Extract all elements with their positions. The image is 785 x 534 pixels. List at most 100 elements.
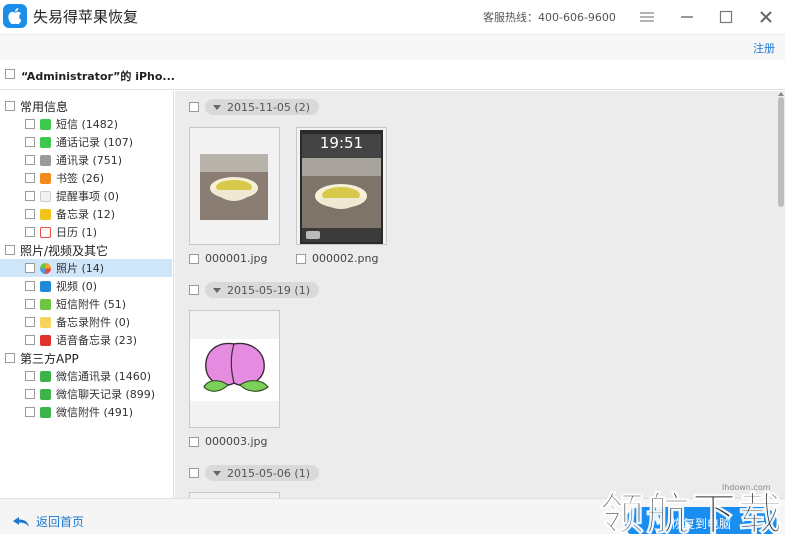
sidebar-item-notes-attachments[interactable]: 备忘录附件 (0): [0, 313, 172, 331]
sidebar-item-wechat-attachments[interactable]: 微信附件 (491): [0, 403, 172, 421]
menu-icon[interactable]: [636, 6, 658, 28]
category-label: 常用信息: [20, 99, 69, 114]
sidebar-item-calendar[interactable]: 日历 (1): [0, 223, 172, 241]
watermark-url: lhdown.com: [722, 483, 771, 492]
item-checkbox[interactable]: [25, 335, 35, 345]
sidebar-item-voice-memos[interactable]: 语音备忘录 (23): [0, 331, 172, 349]
item-checkbox[interactable]: [25, 281, 35, 291]
caret-down-icon: [213, 104, 221, 110]
sidebar-item-label: 视频 (0): [56, 280, 98, 293]
wechat-attachment-icon: [40, 406, 51, 418]
device-checkbox[interactable]: [5, 69, 15, 79]
sidebar-item-bookmarks[interactable]: 书签 (26): [0, 169, 172, 187]
category-checkbox[interactable]: [5, 353, 15, 363]
item-checkbox[interactable]: [25, 407, 35, 417]
category-common-info[interactable]: 常用信息: [5, 97, 68, 115]
file-checkbox[interactable]: [189, 253, 199, 264]
photo-thumbnail[interactable]: [189, 310, 280, 428]
item-checkbox[interactable]: [25, 317, 35, 327]
sidebar-item-sms-attachments[interactable]: 短信附件 (51): [0, 295, 172, 313]
date-label: 2015-05-19 (1): [227, 283, 311, 297]
date-group[interactable]: 2015-05-19 (1): [189, 282, 320, 298]
sub-bar: 注册: [0, 34, 785, 60]
group-checkbox[interactable]: [189, 102, 199, 112]
sidebar-item-label: 语音备忘录 (23): [56, 334, 138, 347]
item-checkbox[interactable]: [25, 389, 35, 399]
file-checkbox[interactable]: [189, 436, 199, 447]
file-checkbox[interactable]: [296, 253, 306, 264]
app-title: 失易得苹果恢复: [33, 8, 139, 26]
date-label: 2015-11-05 (2): [227, 100, 311, 114]
title-bar: 失易得苹果恢复 客服热线：400-606-9600: [0, 0, 785, 34]
photo-thumbnail[interactable]: 19:51: [296, 127, 387, 245]
item-checkbox[interactable]: [25, 299, 35, 309]
sidebar-item-label: 照片 (14): [56, 262, 105, 275]
device-bar: “Administrator”的 iPho...: [0, 60, 785, 90]
peach-drawing-image: [190, 311, 279, 427]
category-label: 照片/视频及其它: [20, 243, 109, 258]
file-name: 000003.jpg: [205, 435, 268, 448]
sidebar-item-label: 通讯录 (751): [56, 154, 123, 167]
sidebar-item-contacts[interactable]: 通讯录 (751): [0, 151, 172, 169]
close-icon[interactable]: [755, 6, 777, 28]
file-label[interactable]: 000001.jpg: [189, 252, 268, 265]
sidebar-item-calls[interactable]: 通话记录 (107): [0, 133, 172, 151]
vertical-scrollbar[interactable]: [778, 97, 784, 207]
group-checkbox[interactable]: [189, 468, 199, 478]
photo-grid: 2015-11-05 (2) 000001.jpg 19:51 000002.p…: [175, 91, 785, 498]
category-checkbox[interactable]: [5, 245, 15, 255]
register-link[interactable]: 注册: [753, 40, 775, 56]
date-pill[interactable]: 2015-05-06 (1): [205, 465, 320, 481]
notes-attachment-icon: [40, 316, 51, 328]
wechat-contacts-icon: [40, 370, 51, 382]
contacts-icon: [40, 154, 51, 166]
item-checkbox[interactable]: [25, 155, 35, 165]
back-home-button[interactable]: 返回首页: [12, 513, 84, 530]
sidebar-item-sms[interactable]: 短信 (1482): [0, 115, 172, 133]
sidebar-item-label: 短信附件 (51): [56, 298, 127, 311]
category-checkbox[interactable]: [5, 101, 15, 111]
photo-thumbnail[interactable]: [189, 127, 280, 245]
sidebar-item-label: 微信通讯录 (1460): [56, 370, 152, 383]
item-checkbox[interactable]: [25, 173, 35, 183]
sidebar-item-wechat-contacts[interactable]: 微信通讯录 (1460): [0, 367, 172, 385]
sidebar-item-label: 书签 (26): [56, 172, 105, 185]
group-checkbox[interactable]: [189, 285, 199, 295]
voice-memo-icon: [40, 334, 51, 346]
file-label[interactable]: 000003.jpg: [189, 435, 268, 448]
item-checkbox[interactable]: [25, 263, 35, 273]
sidebar: 常用信息 短信 (1482) 通话记录 (107) 通讯录 (751) 书签 (…: [0, 91, 174, 498]
sidebar-item-photos[interactable]: 照片 (14): [0, 259, 172, 277]
minimize-icon[interactable]: [676, 6, 698, 28]
item-checkbox[interactable]: [25, 209, 35, 219]
date-pill[interactable]: 2015-11-05 (2): [205, 99, 320, 115]
sidebar-item-notes[interactable]: 备忘录 (12): [0, 205, 172, 223]
caret-down-icon: [213, 287, 221, 293]
date-group[interactable]: 2015-05-06 (1): [189, 465, 320, 481]
sidebar-item-reminders[interactable]: 提醒事项 (0): [0, 187, 172, 205]
wechat-chat-icon: [40, 388, 51, 400]
sidebar-item-wechat-chats[interactable]: 微信聊天记录 (899): [0, 385, 172, 403]
item-checkbox[interactable]: [25, 119, 35, 129]
hotline-text: 客服热线：400-606-9600: [483, 11, 616, 24]
caret-down-icon: [213, 470, 221, 476]
back-home-label: 返回首页: [36, 515, 85, 529]
category-third-party[interactable]: 第三方APP: [5, 349, 79, 367]
sidebar-item-label: 微信聊天记录 (899): [56, 388, 156, 401]
category-photos-videos[interactable]: 照片/视频及其它: [5, 241, 108, 259]
item-checkbox[interactable]: [25, 137, 35, 147]
file-name: 000001.jpg: [205, 252, 268, 265]
sidebar-item-label: 提醒事项 (0): [56, 190, 120, 203]
sidebar-item-label: 微信附件 (491): [56, 406, 134, 419]
maximize-icon[interactable]: [715, 6, 737, 28]
item-checkbox[interactable]: [25, 227, 35, 237]
date-pill[interactable]: 2015-05-19 (1): [205, 282, 320, 298]
item-checkbox[interactable]: [25, 191, 35, 201]
sidebar-item-video[interactable]: 视频 (0): [0, 277, 172, 295]
date-group[interactable]: 2015-11-05 (2): [189, 99, 320, 115]
file-label[interactable]: 000002.png: [296, 252, 378, 265]
sidebar-item-label: 备忘录 (12): [56, 208, 116, 221]
item-checkbox[interactable]: [25, 371, 35, 381]
photos-icon: [40, 262, 51, 274]
scroll-up-icon[interactable]: [778, 92, 784, 96]
